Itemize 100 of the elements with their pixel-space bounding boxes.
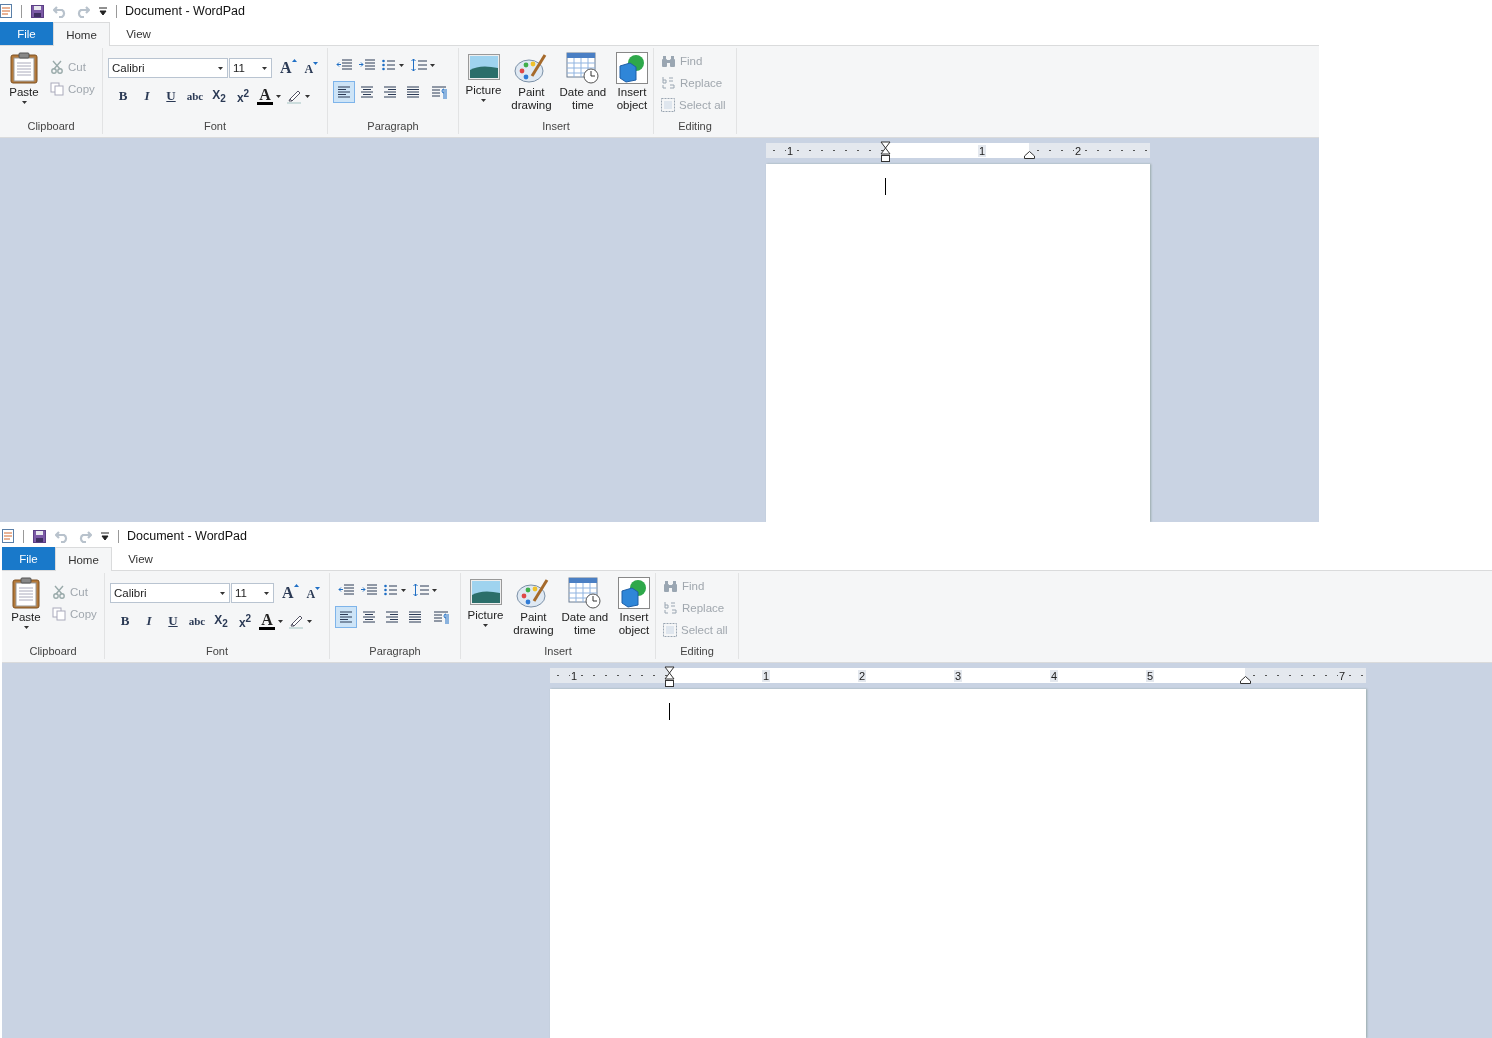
clipboard-icon (12, 577, 40, 609)
indent-marker-icon[interactable] (880, 141, 891, 163)
decrease-indent-icon[interactable] (336, 59, 352, 71)
binoculars-icon (663, 579, 678, 593)
text-style-button[interactable]: B (111, 88, 135, 104)
customize-toolbar-icon[interactable] (101, 532, 109, 540)
font-color-button[interactable]: A (257, 87, 273, 105)
text-style-button[interactable]: I (137, 613, 161, 629)
caret-icon[interactable] (276, 94, 281, 98)
calendar-clock-icon (565, 52, 600, 84)
ribbon-tab[interactable]: File (2, 547, 55, 570)
ribbon-tab[interactable]: View (110, 22, 167, 45)
text-cursor (885, 178, 886, 195)
ruler-number: 1 (978, 144, 986, 157)
text-style-button[interactable]: X$_{2}$ (207, 87, 231, 105)
paste-button[interactable]: Paste (6, 52, 42, 120)
ruler-number: 3 (954, 669, 962, 682)
save-icon[interactable] (31, 4, 44, 18)
highlighter-icon[interactable] (286, 88, 302, 104)
up-triangle-icon (293, 584, 299, 587)
paint-button[interactable]: Paint drawing (510, 577, 557, 637)
group-label: Editing (679, 645, 715, 659)
datetime-button[interactable]: Date and time (560, 577, 609, 637)
landscape-icon (469, 577, 502, 607)
text-cursor (669, 703, 670, 720)
down-triangle-icon (313, 62, 319, 65)
copy-icon (50, 82, 64, 96)
increase-indent-icon[interactable] (359, 59, 375, 71)
picture-button[interactable]: Picture (465, 577, 506, 627)
right-indent-marker-icon[interactable] (1024, 151, 1035, 159)
align-left-button[interactable] (333, 81, 355, 103)
decrease-indent-icon[interactable] (338, 584, 354, 596)
ribbon-tab[interactable]: Home (53, 22, 110, 46)
calendar-clock-icon (567, 577, 602, 609)
text-style-button[interactable]: B (113, 613, 137, 629)
alignment-lines-icon (405, 86, 421, 98)
paragraph-icon[interactable] (433, 610, 449, 624)
text-style-button[interactable]: abc (185, 615, 209, 627)
text-style-button[interactable]: X$_{2}$ (209, 612, 233, 630)
scissors-icon (52, 585, 66, 599)
font-family-dropdown[interactable]: Calibri (110, 583, 230, 603)
indent-marker-icon[interactable] (664, 666, 675, 688)
caret-icon (220, 591, 225, 595)
align-left-button[interactable] (335, 606, 357, 628)
object-button[interactable]: Insert object (610, 52, 653, 112)
paint-button[interactable]: Paint drawing (508, 52, 555, 112)
font-size-dropdown[interactable]: 11 (229, 58, 272, 78)
font-family-dropdown[interactable]: Calibri (108, 58, 228, 78)
caret-icon[interactable] (305, 94, 310, 98)
group-label: Clipboard (28, 645, 78, 659)
paragraph-icon[interactable] (431, 85, 447, 99)
group-label: Clipboard (26, 120, 76, 134)
text-style-button[interactable]: x$^{2}$ (231, 87, 255, 105)
customize-toolbar-icon[interactable] (99, 7, 107, 15)
bullet-list-icon[interactable] (382, 59, 404, 71)
grow-font-button[interactable]: A (280, 59, 297, 77)
alignment-lines-icon (338, 611, 354, 623)
paste-button[interactable]: Paste (8, 577, 44, 645)
palette-icon (516, 577, 551, 609)
line-spacing-icon[interactable] (413, 583, 437, 597)
group-label: Paragraph (366, 120, 420, 134)
line-spacing-icon[interactable] (411, 58, 435, 72)
text-style-button[interactable]: abc (183, 90, 207, 102)
text-style-button[interactable]: x$^{2}$ (233, 612, 257, 630)
font-color-button[interactable]: A (259, 612, 275, 630)
text-style-button[interactable]: U (159, 88, 183, 104)
group-label: Editing (677, 120, 713, 134)
replace-icon (661, 75, 676, 91)
ribbon-tab[interactable]: File (0, 22, 53, 45)
shrink-font-button[interactable]: A (306, 587, 321, 602)
caret-icon[interactable] (278, 619, 283, 623)
ribbon-tab[interactable]: Home (55, 547, 112, 571)
group-label: Font (203, 120, 227, 134)
ruler-number: 7 (1338, 669, 1346, 682)
alignment-lines-icon (382, 86, 398, 98)
object-button[interactable]: Insert object (612, 577, 655, 637)
up-triangle-icon (291, 59, 297, 62)
selection-icon (661, 98, 675, 112)
alignment-lines-icon (359, 86, 375, 98)
picture-button[interactable]: Picture (463, 52, 504, 102)
grow-font-button[interactable]: A (282, 584, 299, 602)
shrink-font-button[interactable]: A (304, 62, 319, 77)
alignment-lines-icon (361, 611, 377, 623)
binoculars-icon (661, 54, 676, 68)
replace-icon (663, 600, 678, 616)
increase-indent-icon[interactable] (361, 584, 377, 596)
datetime-button[interactable]: Date and time (558, 52, 607, 112)
text-style-button[interactable]: I (135, 88, 159, 104)
ruler-number: 2 (1074, 144, 1082, 157)
save-icon[interactable] (33, 529, 46, 543)
bullet-list-icon[interactable] (384, 584, 406, 596)
group-label: Paragraph (368, 645, 422, 659)
caret-icon[interactable] (307, 619, 312, 623)
caret-icon (264, 591, 269, 595)
ribbon-tab[interactable]: View (112, 547, 169, 570)
text-style-button[interactable]: U (161, 613, 185, 629)
highlighter-icon[interactable] (288, 613, 304, 629)
font-size-dropdown[interactable]: 11 (231, 583, 274, 603)
right-indent-marker-icon[interactable] (1240, 676, 1251, 684)
ruler-number: 1 (570, 669, 578, 682)
